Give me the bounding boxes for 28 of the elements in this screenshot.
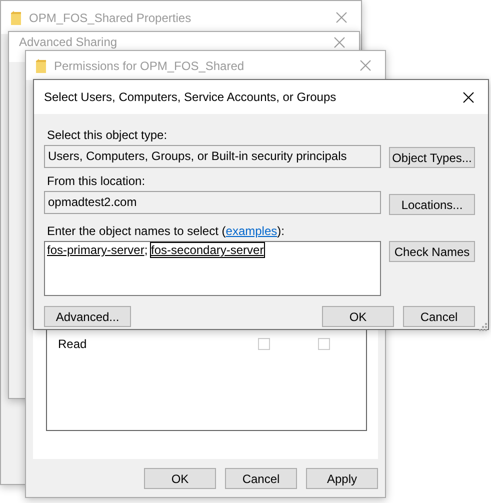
close-icon (462, 92, 474, 102)
close-icon (336, 12, 346, 23)
examples-link[interactable]: examples (226, 224, 278, 238)
object-types-button[interactable]: Object Types... (389, 147, 475, 168)
cancel-button[interactable]: Cancel (403, 306, 475, 327)
allow-checkbox[interactable] (258, 338, 270, 350)
field-label: From this location: (46, 174, 146, 188)
close-icon (334, 36, 344, 48)
object-names-field[interactable]: fos-primary-server; fos-secondary-server (44, 241, 381, 296)
location-field: opmadtest2.com (44, 191, 381, 214)
close-icon (360, 60, 370, 71)
window-title: Advanced Sharing (19, 35, 118, 49)
check-names-button[interactable]: Check Names (389, 241, 475, 262)
field-label: Enter the object names to select (examples): (46, 224, 286, 238)
window-title: OPM_FOS_Shared Properties (29, 10, 192, 24)
dialog-button[interactable]: Cancel (225, 468, 297, 489)
window-title: Select Users, Computers, Service Accounts, or Groups (44, 90, 338, 104)
field-label: Select this object type: (46, 128, 168, 142)
ok-button[interactable]: OK (322, 306, 394, 327)
permission-name: Read (58, 337, 88, 351)
window-title: Permissions for OPM_FOS_Shared (54, 58, 246, 72)
deny-checkbox[interactable] (318, 338, 330, 350)
locations-button[interactable]: Locations... (389, 194, 475, 215)
advanced-button[interactable]: Advanced... (44, 306, 131, 327)
object-type-field: Users, Computers, Groups, or Built-in security principals (44, 145, 381, 168)
dialog-button[interactable]: OK (144, 468, 216, 489)
dialog-button[interactable]: Apply (306, 468, 378, 489)
resize-grip-icon (479, 323, 487, 331)
